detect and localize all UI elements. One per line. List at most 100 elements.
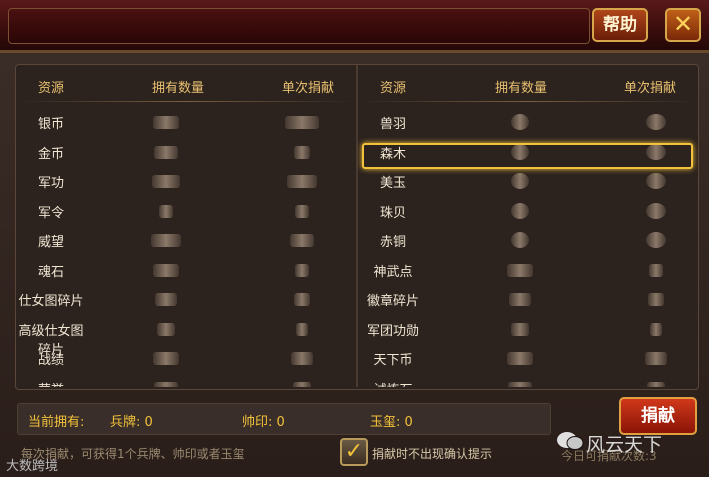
owned-amount-redacted bbox=[152, 175, 180, 188]
table-row[interactable]: 军功 bbox=[16, 166, 356, 195]
yuxi-count: 玉玺: 0 bbox=[370, 415, 413, 430]
owned-amount-redacted bbox=[509, 293, 531, 306]
resource-name: 军令 bbox=[37, 205, 64, 221]
resource-table-left: 资源 拥有数量 单次捐献 银币金币军功军令威望魂石仕女图碎片高级仕女图碎片战绩荣… bbox=[16, 65, 356, 387]
table-row[interactable]: 荣誉 bbox=[16, 373, 356, 388]
column-header-per-donation: 单次捐献 bbox=[282, 81, 335, 96]
per-donation-redacted bbox=[295, 204, 309, 218]
table-row[interactable]: 赤铜 bbox=[358, 225, 698, 254]
resource-name: 军功 bbox=[37, 176, 64, 191]
per-donation-redacted bbox=[648, 293, 664, 306]
wechat-watermark: 风云天下 bbox=[586, 434, 663, 456]
table-row[interactable]: 威望 bbox=[16, 225, 356, 254]
owned-amount-redacted bbox=[508, 381, 532, 387]
selected-row-highlight[interactable] bbox=[362, 143, 693, 169]
column-header-owned: 拥有数量 bbox=[152, 81, 205, 96]
owned-amount-redacted bbox=[155, 293, 177, 306]
owned-amount-redacted bbox=[511, 114, 529, 130]
resource-name: 神武点 bbox=[373, 264, 413, 280]
table-row[interactable]: 珠贝 bbox=[358, 196, 698, 225]
per-donation-redacted bbox=[647, 381, 665, 387]
resource-name: 赤铜 bbox=[379, 235, 406, 250]
owned-amount-redacted bbox=[153, 263, 179, 277]
help-button[interactable]: 帮助 bbox=[592, 8, 648, 42]
resource-name: 战绩 bbox=[37, 353, 64, 368]
resource-table-panel: 资源 拥有数量 单次捐献 银币金币军功军令威望魂石仕女图碎片高级仕女图碎片战绩荣… bbox=[15, 64, 699, 390]
owned-amount-redacted bbox=[507, 263, 533, 277]
table-row[interactable]: 银币 bbox=[16, 107, 356, 136]
table-row[interactable]: 高级仕女图碎片 bbox=[16, 314, 356, 358]
table-row[interactable]: 试炼石 bbox=[358, 373, 698, 388]
owned-amount-redacted bbox=[151, 234, 181, 247]
table-row[interactable]: 兽羽 bbox=[358, 107, 698, 136]
resource-table-right: 资源 拥有数量 单次捐献 兽羽森木美玉珠贝赤铜神武点徽章碎片军团功勋天下币试炼石 bbox=[358, 65, 698, 387]
table-row[interactable]: 仕女图碎片 bbox=[16, 284, 356, 313]
owned-amount-redacted bbox=[511, 322, 529, 336]
resource-name: 仕女图碎片 bbox=[18, 294, 84, 309]
resource-name: 荣誉 bbox=[16, 379, 86, 388]
table-row[interactable]: 徽章碎片 bbox=[358, 284, 698, 313]
skip-confirm-label[interactable]: 捐献时不出现确认提示 bbox=[372, 445, 492, 462]
owned-amount-redacted bbox=[154, 381, 178, 387]
table-row[interactable]: 天下币 bbox=[358, 343, 698, 372]
currency-bar: 当前拥有: 兵牌: 0 帅印: 0 玉玺: 0 bbox=[17, 403, 551, 435]
column-header-resource: 资源 bbox=[380, 81, 407, 96]
per-donation-redacted bbox=[649, 263, 663, 277]
per-donation-redacted bbox=[645, 352, 667, 365]
owned-amount-redacted bbox=[511, 232, 529, 248]
per-donation-redacted bbox=[646, 114, 666, 130]
resource-name: 天下币 bbox=[373, 353, 413, 368]
bingpai-count: 兵牌: 0 bbox=[110, 415, 153, 430]
table-row[interactable]: 美玉 bbox=[358, 166, 698, 195]
resource-name: 珠贝 bbox=[379, 205, 406, 221]
resource-name: 魂石 bbox=[37, 264, 64, 280]
per-donation-redacted bbox=[285, 116, 319, 129]
owned-amount-redacted bbox=[511, 202, 529, 219]
per-donation-redacted bbox=[296, 322, 308, 336]
per-donation-redacted bbox=[650, 322, 662, 336]
per-donation-redacted bbox=[293, 381, 311, 387]
column-header-per-donation: 单次捐献 bbox=[624, 81, 677, 96]
current-owned-label: 当前拥有: bbox=[28, 415, 85, 430]
resource-name: 银币 bbox=[37, 117, 64, 132]
table-row[interactable]: 军令 bbox=[16, 196, 356, 225]
skip-confirm-checkbox[interactable]: ✓ bbox=[340, 438, 368, 466]
table-row[interactable]: 魂石 bbox=[16, 255, 356, 284]
table-row[interactable]: 军团功勋 bbox=[358, 314, 698, 343]
per-donation-redacted bbox=[646, 232, 666, 248]
corner-watermark: 大数跨境 bbox=[6, 459, 59, 474]
column-header-resource: 资源 bbox=[38, 81, 65, 96]
checkmark-icon: ✓ bbox=[344, 439, 364, 464]
resource-name: 军团功勋 bbox=[366, 323, 419, 339]
close-button[interactable]: ✕ bbox=[665, 8, 701, 42]
owned-amount-redacted bbox=[153, 352, 179, 365]
owned-amount-redacted bbox=[159, 204, 173, 218]
top-bar: 帮助 ✕ bbox=[0, 0, 709, 53]
owned-amount-redacted bbox=[507, 352, 533, 365]
per-donation-redacted bbox=[646, 173, 666, 189]
owned-amount-redacted bbox=[511, 173, 529, 189]
shuaiyin-count: 帅印: 0 bbox=[242, 415, 285, 430]
per-donation-redacted bbox=[294, 145, 310, 159]
table-row[interactable]: 金币 bbox=[16, 137, 356, 166]
resource-name: 兽羽 bbox=[379, 117, 406, 132]
title-plate bbox=[8, 8, 590, 44]
wechat-icon bbox=[557, 432, 584, 450]
per-donation-redacted bbox=[646, 202, 666, 219]
table-row[interactable]: 战绩 bbox=[16, 343, 356, 372]
per-donation-redacted bbox=[287, 175, 317, 188]
header-divider bbox=[358, 101, 698, 102]
resource-name: 金币 bbox=[37, 146, 64, 162]
per-donation-redacted bbox=[290, 234, 314, 247]
table-row[interactable]: 神武点 bbox=[358, 255, 698, 284]
column-header-owned: 拥有数量 bbox=[495, 81, 548, 96]
header-divider bbox=[16, 101, 356, 102]
owned-amount-redacted bbox=[153, 116, 179, 129]
per-donation-redacted bbox=[295, 263, 309, 277]
owned-amount-redacted bbox=[157, 322, 175, 336]
resource-name: 试炼石 bbox=[358, 379, 428, 388]
resource-name: 徽章碎片 bbox=[366, 294, 419, 309]
resource-name: 威望 bbox=[37, 235, 64, 250]
per-donation-redacted bbox=[291, 352, 313, 365]
per-donation-redacted bbox=[294, 293, 310, 306]
